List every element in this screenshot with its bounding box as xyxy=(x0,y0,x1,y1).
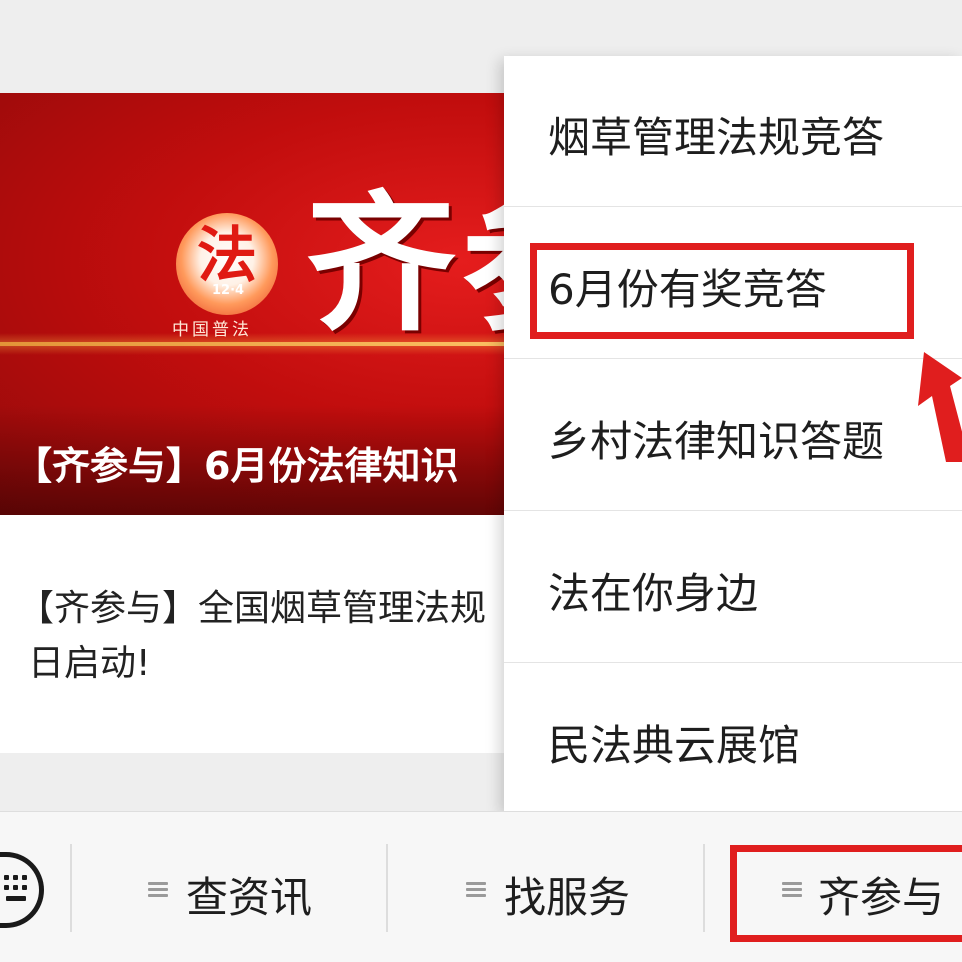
nav-divider xyxy=(70,844,72,932)
logo-caption: 中国普法 xyxy=(172,320,252,340)
menu-icon xyxy=(466,882,486,898)
tab-label: 查资讯 xyxy=(186,873,313,922)
logo-number: 12·4 xyxy=(212,283,245,298)
menu-item-label: 乡村法律知识答题 xyxy=(548,417,885,466)
keyboard-icon xyxy=(4,875,30,905)
highlight-box-menu-item xyxy=(530,243,914,339)
menu-item-label: 烟草管理法规竞答 xyxy=(548,113,885,162)
menu-icon xyxy=(148,882,168,898)
menu-item-civil-code-hall[interactable]: 民法典云展馆 xyxy=(504,664,962,815)
annotation-arrow-icon xyxy=(918,352,962,462)
article-title[interactable]: 【齐参与】全国烟草管理法规 日启动! xyxy=(18,581,538,691)
logo-character: 法 xyxy=(197,221,257,291)
menu-item-label: 法在你身边 xyxy=(548,569,759,618)
banner-caption: 【齐参与】6月份法律知识 xyxy=(14,444,459,488)
china-pufa-logo: 法 12·4 xyxy=(176,213,278,315)
tab-services[interactable]: 找服务 xyxy=(458,812,688,962)
article-title-line-1: 【齐参与】全国烟草管理法规 xyxy=(18,588,487,629)
menu-item-tobacco-quiz[interactable]: 烟草管理法规竞答 xyxy=(504,56,962,207)
menu-item-law-around-you[interactable]: 法在你身边 xyxy=(504,512,962,663)
menu-item-rural-law-quiz[interactable]: 乡村法律知识答题 xyxy=(504,360,962,511)
tab-news[interactable]: 查资讯 xyxy=(140,812,370,962)
submenu-dropdown: 烟草管理法规竞答 6月份有奖竞答 乡村法律知识答题 法在你身边 民法典云展馆 xyxy=(504,56,962,811)
keyboard-toggle-button[interactable] xyxy=(0,852,44,928)
article-title-line-2: 日启动! xyxy=(28,643,151,684)
menu-item-label: 民法典云展馆 xyxy=(548,721,801,770)
highlight-box-tab xyxy=(730,845,962,942)
nav-divider xyxy=(386,844,388,932)
wechat-article-screen: 法 12·4 中国普法 齐参 【齐参与】6月份法律知识 【齐参与】全国烟草管理法… xyxy=(0,0,962,962)
nav-divider xyxy=(703,844,705,932)
tab-label: 找服务 xyxy=(504,873,631,922)
